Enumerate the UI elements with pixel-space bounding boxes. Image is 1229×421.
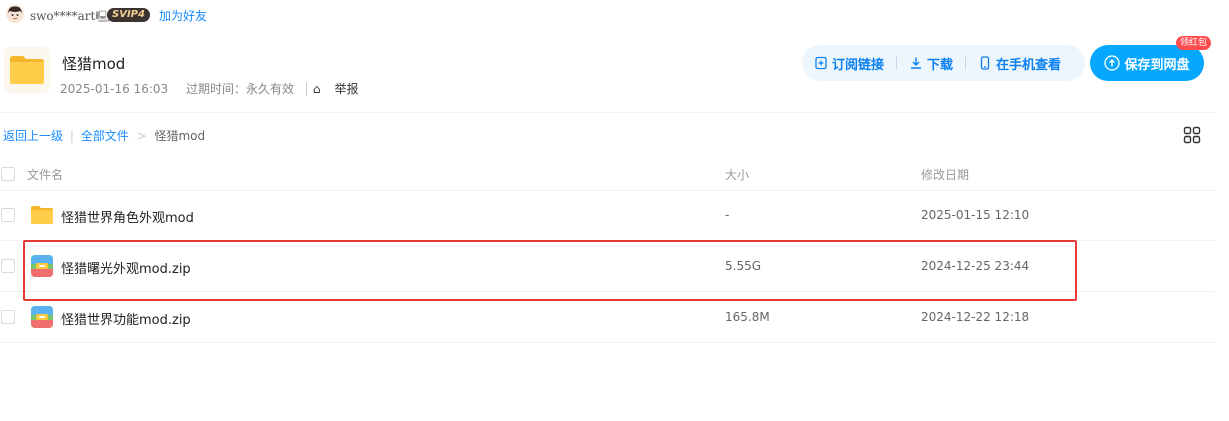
phone-icon — [980, 56, 990, 70]
divider — [0, 112, 1214, 113]
row-checkbox[interactable] — [1, 259, 15, 273]
row-checkbox[interactable] — [1, 208, 15, 222]
subscribe-button[interactable]: 订阅链接 — [802, 45, 896, 81]
highlight-box — [23, 240, 1077, 301]
download-button[interactable]: 下载 — [897, 45, 965, 81]
username: swo****art🖳 — [30, 9, 111, 23]
cloud-upload-icon — [1104, 55, 1121, 71]
breadcrumb-back[interactable]: 返回上一级 — [3, 129, 63, 143]
share-title: 怪猎mod — [62, 55, 126, 73]
bookmark-plus-icon — [815, 56, 827, 70]
column-header-size[interactable]: 大小 — [725, 166, 749, 183]
row-divider — [0, 342, 1214, 343]
file-name[interactable]: 怪猎世界角色外观mod — [61, 207, 194, 226]
save-to-disk-button[interactable]: 保存到网盘 — [1090, 45, 1204, 81]
share-created-date: 2025-01-16 16:03 — [60, 82, 169, 96]
column-header-name[interactable]: 文件名 — [27, 166, 63, 183]
breadcrumb-current: 怪猎mod — [154, 129, 206, 143]
breadcrumb-chevron-icon: > — [136, 129, 147, 143]
file-date: 2025-01-15 12:10 — [921, 208, 1030, 222]
red-packet-badge[interactable]: 领红包 — [1176, 36, 1212, 50]
breadcrumb-divider: | — [69, 129, 74, 143]
user-avatar[interactable] — [6, 5, 24, 23]
breadcrumb: 返回上一级 | 全部文件 > 怪猎mod — [3, 127, 205, 144]
grid-view-icon[interactable] — [1183, 126, 1201, 144]
view-on-phone-button[interactable]: 在手机查看 — [966, 45, 1073, 81]
vip-badge: SVIP4 — [107, 8, 150, 22]
file-size: - — [725, 208, 730, 222]
file-size: 165.8M — [725, 310, 770, 324]
select-all-checkbox[interactable] — [1, 167, 15, 181]
file-date: 2024-12-22 12:18 — [921, 310, 1030, 324]
add-friend-link[interactable]: 加为好友 — [159, 7, 207, 24]
file-name[interactable]: 怪猎世界功能mod.zip — [61, 309, 191, 328]
breadcrumb-all-files[interactable]: 全部文件 — [81, 129, 129, 143]
share-expire: 过期时间：永久有效 — [185, 82, 294, 96]
zip-file-icon — [30, 305, 54, 329]
share-folder-icon — [4, 47, 50, 93]
folder-icon — [30, 203, 54, 227]
row-divider — [0, 190, 1214, 191]
download-icon — [911, 57, 922, 69]
avatar-face-icon — [6, 5, 24, 23]
row-checkbox[interactable] — [1, 310, 15, 324]
column-header-date[interactable]: 修改日期 — [921, 166, 969, 183]
report-link[interactable]: ⌂ 举报 — [305, 82, 373, 96]
share-meta: 2025-01-16 16:03 过期时间：永久有效 ⌂ 举报 — [60, 80, 386, 97]
share-actions: 订阅链接 下载 在手机查看 — [802, 45, 1085, 81]
report-icon: ⌂ — [312, 82, 321, 96]
